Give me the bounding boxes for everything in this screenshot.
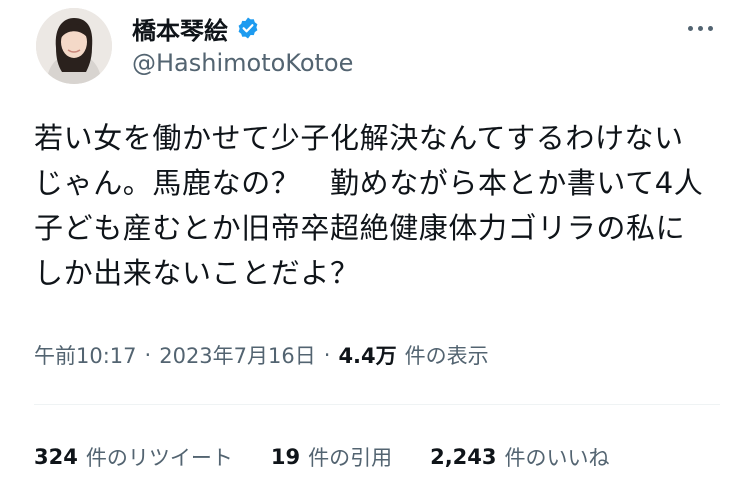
tweet-stats: 324 件のリツイート 19 件の引用 2,243 件のいいね xyxy=(34,441,610,473)
retweets-label: 件のリツイート xyxy=(85,446,233,470)
quotes-stat[interactable]: 19 件の引用 xyxy=(271,442,392,472)
more-dot xyxy=(697,25,703,31)
quotes-label: 件の引用 xyxy=(308,446,393,470)
retweets-count: 324 xyxy=(34,445,78,469)
more-dot xyxy=(707,25,713,31)
name-row: 橋本琴絵 xyxy=(132,11,260,46)
tweet-time[interactable]: 午前10:17 xyxy=(34,340,137,370)
avatar[interactable] xyxy=(36,8,112,84)
quotes-count: 19 xyxy=(270,445,301,469)
likes-count: 2,243 xyxy=(430,445,497,469)
tweet-meta: 午前10:17 · 2023年7月16日 · 4.4万 件の表示 xyxy=(34,338,489,372)
tweet-date[interactable]: 2023年7月16日 xyxy=(159,340,316,370)
verified-badge-icon xyxy=(236,16,260,40)
tweet-detail: 橋本琴絵 @HashimotoKotoe 若い女を働かせて少子化解決なんてするわ… xyxy=(0,0,750,502)
display-name[interactable]: 橋本琴絵 xyxy=(132,11,228,46)
likes-label: 件のいいね xyxy=(504,446,610,470)
likes-stat[interactable]: 2,243 件のいいね xyxy=(430,442,609,472)
user-handle[interactable]: @HashimotoKotoe xyxy=(132,49,353,77)
retweets-stat[interactable]: 324 件のリツイート xyxy=(34,442,233,472)
views-count[interactable]: 4.4万 xyxy=(338,340,396,370)
meta-separator: · xyxy=(144,343,152,367)
divider xyxy=(34,404,720,405)
meta-separator: · xyxy=(323,343,331,367)
views-label: 件の表示 xyxy=(404,344,489,368)
avatar-image xyxy=(36,8,112,84)
tweet-text: 若い女を働かせて少子化解決なんてするわけない じゃん。馬鹿なの？ 勤めながら本と… xyxy=(34,121,704,290)
more-options-icon[interactable] xyxy=(680,16,720,40)
more-dot xyxy=(687,25,693,31)
